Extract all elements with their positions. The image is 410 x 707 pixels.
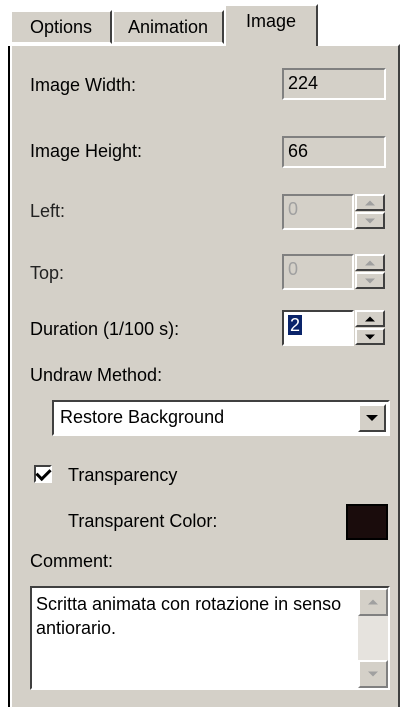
undraw-method-dropdown-button[interactable] bbox=[358, 404, 386, 432]
left-spin-down[interactable] bbox=[355, 212, 385, 229]
transparency-label[interactable]: Transparency bbox=[68, 464, 177, 486]
chevron-down-icon bbox=[366, 415, 378, 421]
top-spin-down[interactable] bbox=[355, 272, 385, 289]
duration-value: 2 bbox=[288, 315, 303, 335]
top-label: Top: bbox=[30, 263, 65, 283]
tab-strip: Options Animation Image bbox=[0, 0, 410, 46]
comment-text: Scritta animata con rotazione in senso a… bbox=[36, 594, 342, 638]
checkmark-icon bbox=[35, 464, 52, 482]
duration-spin-down[interactable] bbox=[355, 328, 385, 345]
transparent-color-label: Transparent Color: bbox=[68, 511, 218, 531]
transparent-color-swatch[interactable] bbox=[346, 504, 388, 540]
properties-window: Options Animation Image Image Width: 224… bbox=[0, 0, 410, 707]
spin-down-icon bbox=[365, 218, 375, 223]
undraw-method-label: Undraw Method: bbox=[30, 365, 163, 385]
comment-textarea[interactable]: Scritta animata con rotazione in senso a… bbox=[30, 586, 390, 690]
scroll-down-button[interactable] bbox=[358, 660, 388, 688]
tab-options[interactable]: Options bbox=[10, 10, 112, 44]
spin-up-icon bbox=[365, 316, 375, 321]
duration-input[interactable]: 2 bbox=[282, 310, 354, 346]
top-spin-up[interactable] bbox=[355, 254, 385, 271]
top-spinner bbox=[355, 254, 385, 290]
spin-down-icon bbox=[365, 278, 375, 283]
duration-spin-up[interactable] bbox=[355, 310, 385, 327]
tab-animation[interactable]: Animation bbox=[112, 10, 224, 44]
comment-scrollbar[interactable] bbox=[358, 588, 388, 688]
image-width-label: Image Width: bbox=[30, 75, 137, 95]
left-spin-up[interactable] bbox=[355, 194, 385, 211]
image-height-label: Image Height: bbox=[30, 141, 143, 161]
left-spinner bbox=[355, 194, 385, 230]
scroll-up-icon bbox=[368, 599, 378, 605]
undraw-method-select[interactable]: Restore Background bbox=[52, 400, 390, 436]
transparency-checkbox[interactable] bbox=[34, 464, 52, 483]
top-input[interactable]: 0 bbox=[282, 254, 354, 290]
left-label: Left: bbox=[30, 201, 66, 221]
duration-spinner bbox=[355, 310, 385, 346]
spin-up-icon bbox=[365, 260, 375, 265]
spin-down-icon bbox=[365, 334, 375, 339]
image-height-field: 66 bbox=[282, 136, 386, 168]
tab-image[interactable]: Image bbox=[224, 4, 318, 46]
scroll-up-button[interactable] bbox=[358, 588, 388, 616]
undraw-method-value: Restore Background bbox=[60, 407, 225, 427]
scroll-down-icon bbox=[368, 671, 378, 677]
duration-label: Duration (1/100 s): bbox=[30, 319, 180, 339]
comment-label: Comment: bbox=[30, 551, 114, 571]
image-width-field: 224 bbox=[282, 68, 386, 100]
spin-up-icon bbox=[365, 200, 375, 205]
left-input[interactable]: 0 bbox=[282, 194, 354, 230]
